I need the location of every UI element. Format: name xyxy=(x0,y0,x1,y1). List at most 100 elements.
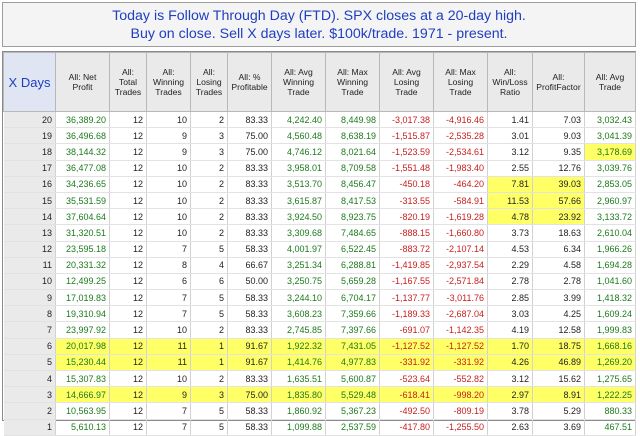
table-cell: 1,860.92 xyxy=(271,402,326,420)
table-cell: -3,011.76 xyxy=(433,289,488,307)
x-days-cell: 11 xyxy=(3,257,56,274)
table-row[interactable]: 11 20,331.32 12 8 4 66.67 3,251.34 6,288.81 -1,4… xyxy=(3,257,636,274)
table-cell: 8,021.64 xyxy=(325,143,380,161)
table-cell: 12 xyxy=(109,273,147,291)
table-cell: 15,307.83 xyxy=(55,370,110,388)
table-row[interactable]: 1 5,610.13 12 7 5 58.33 1,099.88 2,537.59 -417.8… xyxy=(3,419,636,436)
table-row[interactable]: 20 36,389.20 12 10 2 83.33 4,242.40 8,449.98 -3,… xyxy=(3,111,636,129)
table-cell: 2,610.04 xyxy=(584,224,636,242)
table-row[interactable]: 10 12,499.25 12 6 6 50.00 3,250.75 5,659.28 -1,1… xyxy=(3,273,636,291)
column-header-max-winning-trade[interactable]: All: Max Winning Trade xyxy=(325,52,380,112)
table-cell: 46.89 xyxy=(532,354,585,372)
table-cell: 3,244.10 xyxy=(271,289,326,307)
table-row[interactable]: 19 36,496.68 12 9 3 75.00 4,560.48 8,638.19 -1,5… xyxy=(3,127,636,145)
column-header-max-losing-trade[interactable]: All: Max Losing Trade xyxy=(433,52,488,112)
table-row[interactable]: 7 23,997.92 12 10 2 83.33 2,745.85 7,397.66 -691… xyxy=(3,321,636,339)
column-header-avg-winning-trade[interactable]: All: Avg Winning Trade xyxy=(271,52,326,112)
table-cell: 20,017.98 xyxy=(55,338,110,355)
table-cell: 34,236.65 xyxy=(55,176,110,193)
table-cell: 3.73 xyxy=(487,224,533,242)
table-cell: 12 xyxy=(109,111,147,129)
table-cell: -331.92 xyxy=(379,354,434,372)
column-header-avg-losing-trade[interactable]: All: Avg Losing Trade xyxy=(379,52,434,112)
table-cell: 2.85 xyxy=(487,289,533,307)
table-cell: 12 xyxy=(109,370,147,388)
table-cell: 12 xyxy=(109,160,147,177)
table-cell: -2,571.84 xyxy=(433,273,488,291)
table-row[interactable]: 13 31,320.51 12 10 2 83.33 3,309.68 7,484.65 -88… xyxy=(3,224,636,242)
table-cell: 4.53 xyxy=(487,241,533,258)
table-cell: 35,531.59 xyxy=(55,192,110,210)
table-row[interactable]: 16 34,236.65 12 10 2 83.33 3,513.70 8,456.47 -45… xyxy=(3,176,636,193)
column-header-avg-trade[interactable]: All: Avg Trade xyxy=(584,52,636,112)
table-cell: 1 xyxy=(190,354,228,372)
table-cell: 10 xyxy=(146,192,191,210)
column-header-net-profit[interactable]: All: Net Profit xyxy=(55,52,110,112)
title-line-2: Buy on close. Sell X days later. $100k/t… xyxy=(130,26,508,42)
table-row[interactable]: 2 10,563.95 12 7 5 58.33 1,860.92 5,367.23 -492.… xyxy=(3,402,636,420)
table-row[interactable]: 18 38,144.32 12 9 3 75.00 4,746.12 8,021.64 -1,5… xyxy=(3,143,636,161)
table-cell: 7,431.05 xyxy=(325,338,380,355)
table-cell: 1,041.60 xyxy=(584,273,636,291)
table-row[interactable]: 17 36,477.08 12 10 2 83.33 3,958.01 8,709.58 -1,… xyxy=(3,160,636,177)
table-cell: 58.33 xyxy=(227,402,272,420)
x-days-cell: 9 xyxy=(3,289,56,307)
table-row[interactable]: 15 35,531.59 12 10 2 83.33 3,615.87 8,417.53 -31… xyxy=(3,192,636,210)
x-days-cell: 2 xyxy=(3,402,56,420)
table-cell: 10 xyxy=(146,176,191,193)
table-cell: 7 xyxy=(146,402,191,420)
table-cell: 2 xyxy=(190,176,228,193)
table-cell: 66.67 xyxy=(227,257,272,274)
table-cell: 1,999.83 xyxy=(584,321,636,339)
table-row[interactable]: 9 17,019.83 12 7 5 58.33 3,244.10 6,704.17 -1,13… xyxy=(3,289,636,307)
table-cell: 83.33 xyxy=(227,176,272,193)
table-cell: 8 xyxy=(146,257,191,274)
table-cell: 20,331.32 xyxy=(55,257,110,274)
table-cell: 12 xyxy=(109,402,147,420)
table-cell: 10 xyxy=(146,208,191,226)
table-cell: 1,668.16 xyxy=(584,338,636,355)
table-cell: 12 xyxy=(109,143,147,161)
table-cell: 1.41 xyxy=(487,111,533,129)
column-header-profit-factor[interactable]: All: ProfitFactor xyxy=(532,52,585,112)
table-cell: 17,019.83 xyxy=(55,289,110,307)
table-cell: 5,367.23 xyxy=(325,402,380,420)
table-cell: 4,746.12 xyxy=(271,143,326,161)
table-cell: -3,017.38 xyxy=(379,111,434,129)
table-cell: 10 xyxy=(146,160,191,177)
table-cell: -552.82 xyxy=(433,370,488,388)
table-cell: 12 xyxy=(109,257,147,274)
table-row[interactable]: 14 37,604.64 12 10 2 83.33 3,924.50 8,923.75 -82… xyxy=(3,208,636,226)
table-cell: 11.53 xyxy=(487,192,533,210)
table-row[interactable]: 3 14,666.97 12 9 3 75.00 1,835.80 5,529.48 -618.… xyxy=(3,386,636,404)
table-cell: 3.12 xyxy=(487,143,533,161)
table-cell: 3 xyxy=(190,143,228,161)
table-row[interactable]: 4 15,307.83 12 10 2 83.33 1,635.51 5,600.87 -523… xyxy=(3,370,636,388)
column-header-win-loss-ratio[interactable]: All: Win/Loss Ratio xyxy=(487,52,533,112)
table-cell: 10 xyxy=(146,321,191,339)
table-cell: 2.29 xyxy=(487,257,533,274)
x-days-cell: 19 xyxy=(3,127,56,145)
x-days-cell: 12 xyxy=(3,241,56,258)
column-header-x-days[interactable]: X Days xyxy=(3,52,56,112)
table-cell: -883.72 xyxy=(379,241,434,258)
table-cell: 2 xyxy=(190,208,228,226)
table-row[interactable]: 8 19,310.94 12 7 5 58.33 3,608.23 7,359.66 -1,18… xyxy=(3,305,636,323)
table-cell: 12 xyxy=(109,338,147,355)
x-days-cell: 4 xyxy=(3,370,56,388)
table-row[interactable]: 5 15,230.44 12 11 1 91.67 1,414.76 4,977.83 -331… xyxy=(3,354,636,372)
table-cell: 3,251.34 xyxy=(271,257,326,274)
table-row[interactable]: 6 20,017.98 12 11 1 91.67 1,922.32 7,431.05 -1,1… xyxy=(3,338,636,355)
table-cell: 83.33 xyxy=(227,321,272,339)
column-header-winning-trades[interactable]: All: Winning Trades xyxy=(146,52,191,112)
title-line-1: Today is Follow Through Day (FTD). SPX c… xyxy=(112,8,526,24)
column-header-losing-trades[interactable]: All: Losing Trades xyxy=(190,52,228,112)
table-cell: 83.33 xyxy=(227,192,272,210)
table-row[interactable]: 12 23,595.18 12 7 5 58.33 4,001.97 6,522.45 -883… xyxy=(3,241,636,258)
table-cell: 1,414.76 xyxy=(271,354,326,372)
column-header-percent-profitable[interactable]: All: % Profitable xyxy=(227,52,272,112)
column-header-total-trades[interactable]: All: Total Trades xyxy=(109,52,147,112)
table-cell: 12 xyxy=(109,305,147,323)
table-cell: 1,635.51 xyxy=(271,370,326,388)
table-cell: 12 xyxy=(109,419,147,436)
